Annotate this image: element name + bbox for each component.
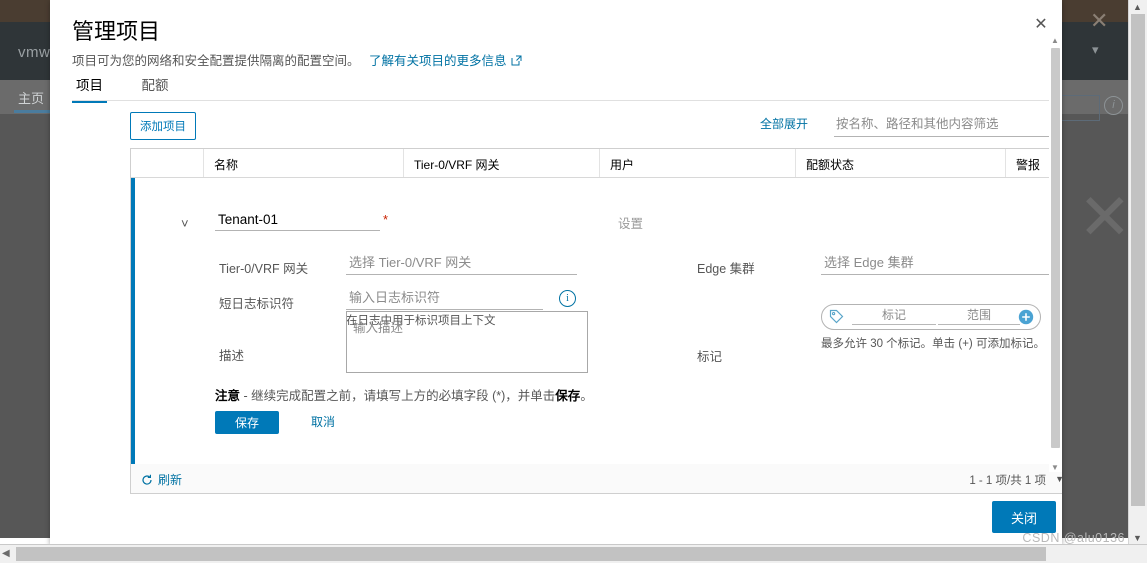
tag-scope-input[interactable] xyxy=(938,307,1020,325)
scroll-up-icon[interactable]: ▲ xyxy=(1133,2,1142,12)
note-prefix: 注意 xyxy=(215,389,241,403)
table-header-row: 名称 Tier-0/VRF 网关 用户 配额状态 警报 xyxy=(131,149,1062,178)
tabs-divider xyxy=(72,100,1060,101)
scroll-down-icon[interactable]: ▼ xyxy=(1133,533,1142,543)
dialog-subtitle: 项目可为您的网络和安全配置提供隔离的配置空间。 了解有关项目的更多信息 xyxy=(72,50,522,69)
watermark: CSDN @alu0136 xyxy=(1022,531,1125,545)
expand-all-link[interactable]: 全部展开 xyxy=(760,115,808,132)
tab-projects[interactable]: 项目 xyxy=(72,74,107,103)
bg-large-x-icon: ✕ xyxy=(1078,181,1132,253)
close-icon[interactable]: ✕ xyxy=(1032,16,1050,34)
learn-more-link[interactable]: 了解有关项目的更多信息 xyxy=(369,54,507,68)
refresh-icon xyxy=(141,474,153,489)
bg-info-icon: i xyxy=(1104,96,1123,115)
external-link-icon xyxy=(511,55,522,66)
projects-table: 名称 Tier-0/VRF 网关 用户 配额状态 警报 ˅ * 设置 Tier-… xyxy=(130,148,1062,465)
chevron-down-icon[interactable]: ˅ xyxy=(181,216,189,231)
tag-input-group xyxy=(821,304,1041,330)
dialog-scrollbar-thumb[interactable] xyxy=(1051,48,1060,448)
refresh-button[interactable]: 刷新 xyxy=(141,471,182,489)
note-suffix: 。 xyxy=(580,389,593,403)
description-textarea[interactable] xyxy=(346,311,588,373)
dialog-subtitle-text: 项目可为您的网络和安全配置提供隔离的配置空间。 xyxy=(72,54,360,68)
note-body: - 继续完成配置之前，请填写上方的必填字段 (*)，并单击 xyxy=(240,389,556,403)
required-marker: * xyxy=(383,212,389,227)
page-horizontal-scrollbar[interactable]: ◀ xyxy=(0,544,1147,563)
bg-close-icon: ✕ xyxy=(1090,8,1109,33)
note-bold-tail: 保存 xyxy=(555,389,581,403)
page-vertical-scrollbar[interactable]: ▲ ▼ xyxy=(1128,0,1147,545)
table-header-name[interactable]: 名称 xyxy=(203,149,403,177)
tag-key-input[interactable] xyxy=(852,307,936,325)
dialog-title: 管理项目 xyxy=(72,19,161,44)
bg-input-field xyxy=(1058,95,1100,121)
edge-cluster-input[interactable] xyxy=(821,253,1060,275)
bg-vmware-logo: vmw xyxy=(18,44,51,61)
scroll-up-icon[interactable]: ▲ xyxy=(1051,36,1059,45)
table-header-users[interactable]: 用户 xyxy=(599,149,795,177)
manage-projects-dialog: ✕ 管理项目 项目可为您的网络和安全配置提供隔离的配置空间。 了解有关项目的更多… xyxy=(50,0,1062,545)
scroll-left-icon[interactable]: ◀ xyxy=(2,548,10,559)
table-footer: 刷新 1 - 1 项/共 1 项 ▼ xyxy=(130,464,1062,494)
tags-label: 标记 xyxy=(697,350,723,364)
table-header-expand xyxy=(131,149,203,177)
refresh-label: 刷新 xyxy=(158,473,183,487)
add-circle-icon[interactable] xyxy=(1018,309,1034,325)
project-name-input[interactable] xyxy=(215,210,380,231)
tag-icon xyxy=(829,309,844,329)
settings-link[interactable]: 设置 xyxy=(618,213,643,232)
info-icon[interactable]: i xyxy=(559,290,576,307)
short-log-id-input[interactable] xyxy=(346,288,543,310)
dialog-scrollbar[interactable]: ▲ ▼ xyxy=(1049,36,1062,472)
edge-cluster-label: Edge 集群 xyxy=(697,262,755,276)
screen: vmw 主页 ✕ ▾ i ✕ ✕ 管理项目 项目可为您的网络和安全配置提供隔离的… xyxy=(0,0,1147,563)
save-button[interactable]: 保存 xyxy=(215,411,279,434)
required-fields-note: 注意 - 继续完成配置之前，请填写上方的必填字段 (*)，并单击保存。 xyxy=(215,385,593,404)
learn-more-label: 了解有关项目的更多信息 xyxy=(369,54,507,68)
short-log-id-label: 短日志标识符 xyxy=(219,297,295,311)
close-button[interactable]: 关闭 xyxy=(992,501,1056,533)
table-row: ˅ * 设置 Tier-0/VRF 网关 短日志标识符 i 在日志中用于标识项目… xyxy=(131,178,1062,464)
bg-chevron-down-icon: ▾ xyxy=(1092,42,1099,57)
search-input[interactable] xyxy=(834,112,1062,137)
page-horizontal-scrollbar-thumb[interactable] xyxy=(16,547,1046,561)
table-header-tier0-vrf-gateway[interactable]: Tier-0/VRF 网关 xyxy=(403,149,599,177)
dialog-tabs: 项目 配额 xyxy=(72,74,1032,103)
table-header-quota-status[interactable]: 配额状态 xyxy=(795,149,1005,177)
page-vertical-scrollbar-thumb[interactable] xyxy=(1131,14,1145,506)
description-label: 描述 xyxy=(219,349,245,363)
bg-nav-tab-home: 主页 xyxy=(18,91,45,106)
add-project-button[interactable]: 添加项目 xyxy=(130,112,196,140)
tags-helper: 最多允许 30 个标记。单击 (+) 可添加标记。 xyxy=(821,338,1045,350)
tier0-vrf-gateway-label: Tier-0/VRF 网关 xyxy=(219,262,309,276)
tier0-vrf-gateway-input[interactable] xyxy=(346,253,577,275)
chevron-down-icon[interactable]: ▼ xyxy=(1055,474,1062,484)
pagination-label: 1 - 1 项/共 1 项 xyxy=(969,475,1046,487)
bg-nav-tab-underline xyxy=(14,110,54,113)
scroll-down-icon[interactable]: ▼ xyxy=(1051,463,1059,472)
tab-quotas[interactable]: 配额 xyxy=(137,74,172,100)
cancel-button[interactable]: 取消 xyxy=(305,412,341,431)
